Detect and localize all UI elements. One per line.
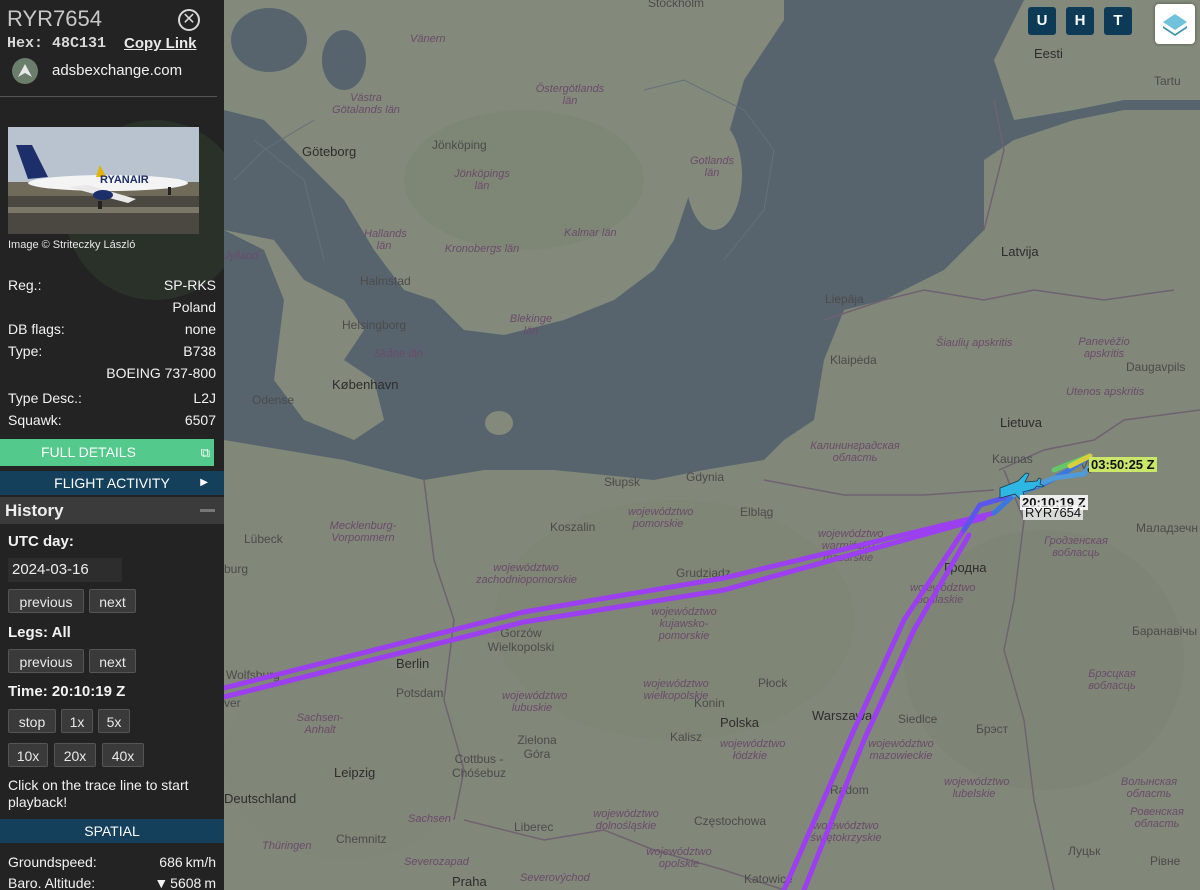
photo-brand-text: RYANAIR: [100, 174, 149, 186]
type-row: Type: B738: [8, 341, 216, 361]
hex-code: 48C131: [52, 35, 107, 52]
speed-5x-button[interactable]: 5x: [98, 709, 130, 733]
trace-line: [224, 510, 997, 691]
field-value: none: [184, 321, 216, 337]
type-name-row: BOEING 737-800: [8, 363, 216, 383]
adsbx-logo-icon: [12, 58, 38, 84]
day-next-button[interactable]: next: [89, 589, 136, 613]
speed-40x-button[interactable]: 40x: [102, 743, 144, 767]
flight-activity-label: FLIGHT ACTIVITY: [54, 475, 170, 491]
aircraft-info-sidebar: RYR7654 ✕ Hex: 48C131 Copy Link adsbexch…: [0, 0, 224, 890]
field-label: Reg.:: [8, 277, 42, 293]
trace-time-label-start: 03:50:25 Z: [1089, 457, 1157, 472]
field-value: 6507: [184, 412, 216, 428]
baro-altitude-unit: m: [204, 875, 216, 890]
baro-altitude-row: Baro. Altitude: ▼ 5608 m: [8, 873, 216, 890]
baro-altitude-label: Baro. Altitude:: [8, 875, 96, 890]
toggle-u-button[interactable]: U: [1028, 7, 1056, 35]
db-flags-row: DB flags: none: [8, 319, 216, 339]
close-icon: ✕: [182, 11, 196, 28]
history-header[interactable]: History: [0, 497, 224, 524]
field-label: Squawk:: [8, 412, 62, 428]
field-value: SP-RKS: [163, 277, 216, 293]
field-label: Type:: [8, 343, 43, 359]
field-value: Poland: [172, 299, 216, 315]
groundspeed-row: Groundspeed: 686 km/h: [8, 852, 216, 872]
full-details-button[interactable]: FULL DETAILS ⧉: [0, 439, 214, 466]
squawk-row: Squawk: 6507: [8, 410, 216, 430]
leg-previous-button[interactable]: previous: [8, 649, 84, 673]
hex-label: Hex:: [7, 35, 44, 52]
toggle-h-button[interactable]: H: [1066, 7, 1094, 35]
field-label: DB flags:: [8, 321, 65, 337]
close-button[interactable]: ✕: [178, 9, 200, 31]
flight-trace[interactable]: [224, 0, 1200, 890]
flight-activity-button[interactable]: FLIGHT ACTIVITY ▶: [0, 471, 224, 495]
external-link-icon: ⧉: [200, 445, 210, 460]
collapse-icon[interactable]: [200, 509, 215, 512]
copy-link[interactable]: Copy Link: [124, 35, 197, 52]
toggle-t-button[interactable]: T: [1104, 7, 1132, 35]
baro-altitude-value: 5608: [170, 875, 202, 890]
divider: [0, 96, 217, 97]
aircraft-photo[interactable]: RYANAIR: [8, 127, 199, 234]
time-label: Time: 20:10:19 Z: [8, 683, 126, 700]
caret-right-icon: ▶: [200, 477, 208, 488]
speed-10x-button[interactable]: 10x: [8, 743, 48, 767]
trace-line: [801, 532, 972, 890]
trace-callsign-label: RYR7654: [1023, 505, 1084, 520]
spatial-section-header[interactable]: SPATIAL: [0, 819, 224, 843]
callsign-title: RYR7654: [7, 6, 102, 31]
field-value: B738: [183, 343, 216, 359]
layers-icon: [1163, 14, 1187, 36]
leg-next-button[interactable]: next: [89, 649, 136, 673]
history-title: History: [5, 501, 64, 520]
image-credit: Image © Striteczky László: [8, 239, 136, 251]
reg-row: Reg.: SP-RKS: [8, 275, 216, 295]
legs-label: Legs: All: [8, 624, 71, 641]
type-desc-row: Type Desc.: L2J: [8, 388, 216, 408]
field-value: BOEING 737-800: [106, 365, 216, 381]
full-details-label: FULL DETAILS: [41, 444, 136, 460]
spatial-title: SPATIAL: [84, 823, 140, 839]
utc-day-label: UTC day:: [8, 533, 74, 550]
field-value: L2J: [193, 390, 216, 406]
stop-button[interactable]: stop: [8, 709, 56, 733]
descending-arrow-icon: ▼: [154, 875, 169, 890]
source-link[interactable]: adsbexchange.com: [52, 62, 182, 79]
groundspeed-value: 686: [159, 854, 183, 870]
speed-1x-button[interactable]: 1x: [61, 709, 93, 733]
field-label: Type Desc.:: [8, 390, 82, 406]
day-previous-button[interactable]: previous: [8, 589, 84, 613]
playback-hint: Click on the trace line to start playbac…: [8, 777, 189, 810]
speed-20x-button[interactable]: 20x: [54, 743, 96, 767]
groundspeed-label: Groundspeed:: [8, 854, 97, 870]
map-view[interactable]: Stockholm Eesti Tartu Vänern Västra Göta…: [224, 0, 1200, 890]
layers-button[interactable]: [1155, 4, 1195, 44]
utc-day-input[interactable]: 2024-03-16: [8, 558, 122, 582]
groundspeed-unit: km/h: [185, 854, 216, 870]
country-row: Poland: [8, 297, 216, 317]
